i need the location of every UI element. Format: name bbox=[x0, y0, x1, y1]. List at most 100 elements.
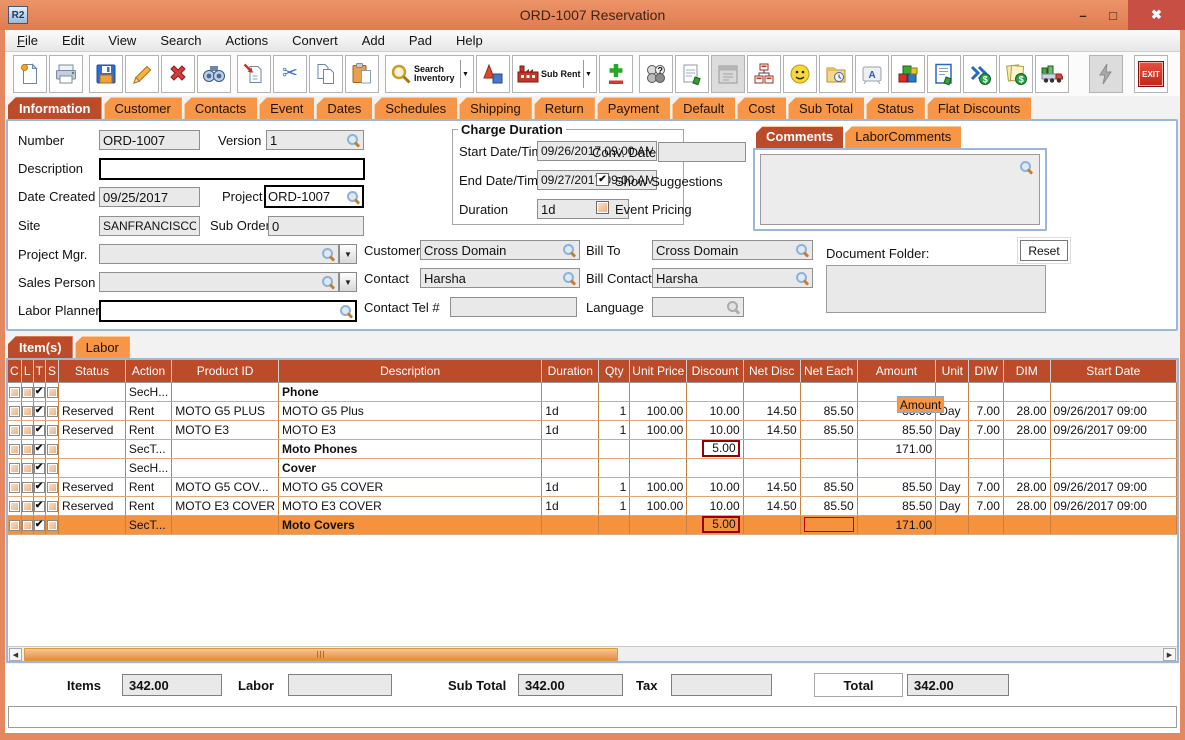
group-query-button[interactable]: ? bbox=[639, 55, 673, 93]
c-checkbox-icon[interactable] bbox=[8, 424, 20, 436]
smiley-button[interactable] bbox=[783, 55, 817, 93]
column-header-description[interactable]: Description bbox=[278, 360, 543, 383]
c-checkbox-icon[interactable] bbox=[8, 462, 20, 474]
column-header-net-each[interactable]: Net Each bbox=[800, 360, 858, 383]
delete-button[interactable] bbox=[161, 55, 195, 93]
column-header-t[interactable]: T bbox=[33, 360, 47, 383]
contact-tel-field[interactable] bbox=[450, 297, 577, 317]
new-document-button[interactable] bbox=[13, 55, 47, 93]
table-row[interactable]: ReservedRentMOTO E3 COVERMOTO E3 COVER1d… bbox=[8, 496, 1177, 516]
sub-rent-dropdown-icon[interactable]: ▼ bbox=[583, 60, 593, 88]
language-field[interactable] bbox=[652, 297, 744, 317]
date-created-field[interactable]: 09/25/2017 bbox=[99, 187, 200, 207]
save-button[interactable] bbox=[89, 55, 123, 93]
table-row[interactable]: SecT... Moto Covers 5.00 171.00 bbox=[8, 515, 1177, 535]
scrollbar-thumb[interactable] bbox=[24, 648, 618, 661]
menu-convert[interactable]: Convert bbox=[292, 33, 338, 48]
copy-button[interactable] bbox=[309, 55, 343, 93]
document-folder-area[interactable] bbox=[826, 265, 1046, 313]
tab-labor[interactable]: Labor bbox=[74, 336, 130, 358]
s-checkbox-icon[interactable] bbox=[46, 500, 58, 512]
table-row[interactable]: ReservedRentMOTO G5 PLUSMOTO G5 Plus1d11… bbox=[8, 401, 1177, 421]
table-row[interactable]: ReservedRentMOTO E3MOTO E31d1100.0010.00… bbox=[8, 420, 1177, 440]
column-header-unit[interactable]: Unit bbox=[935, 360, 970, 383]
tab-default[interactable]: Default bbox=[672, 97, 736, 119]
l-checkbox-icon[interactable] bbox=[21, 519, 33, 531]
column-header-status[interactable]: Status bbox=[58, 360, 126, 383]
paste-button[interactable] bbox=[345, 55, 379, 93]
menu-file[interactable]: File bbox=[17, 33, 38, 48]
bill-to-field[interactable]: Cross Domain bbox=[652, 240, 813, 260]
l-checkbox-icon[interactable] bbox=[21, 424, 33, 436]
l-checkbox-icon[interactable] bbox=[21, 462, 33, 474]
c-checkbox-icon[interactable] bbox=[8, 443, 20, 455]
fax-button[interactable] bbox=[747, 55, 781, 93]
l-checkbox-icon[interactable] bbox=[21, 443, 33, 455]
tab-status[interactable]: Status bbox=[865, 97, 925, 119]
shapes-button[interactable] bbox=[476, 55, 510, 93]
tab-flat-discounts[interactable]: Flat Discounts bbox=[926, 97, 1032, 119]
column-header-discount[interactable]: Discount bbox=[686, 360, 744, 383]
column-header-net-disc[interactable]: Net Disc bbox=[743, 360, 801, 383]
edit-button[interactable] bbox=[125, 55, 159, 93]
tab-sub-total[interactable]: Sub Total bbox=[788, 97, 864, 119]
contact-field[interactable]: Harsha bbox=[420, 268, 580, 288]
show-suggestions-checkbox[interactable] bbox=[596, 173, 609, 186]
column-header-product-id[interactable]: Product ID bbox=[171, 360, 279, 383]
exit-button[interactable]: EXIT bbox=[1134, 55, 1168, 93]
add-button[interactable] bbox=[599, 55, 633, 93]
c-checkbox-icon[interactable] bbox=[8, 519, 20, 531]
minimize-button[interactable]: – bbox=[1068, 0, 1098, 30]
column-header-c[interactable]: C bbox=[8, 360, 22, 383]
tab-item-s[interactable]: Item(s) bbox=[8, 336, 73, 358]
sales-person-field[interactable] bbox=[99, 272, 339, 292]
menu-add[interactable]: Add bbox=[362, 33, 385, 48]
folder-versions-button[interactable] bbox=[819, 55, 853, 93]
labor-planner-field[interactable] bbox=[99, 300, 357, 322]
close-button[interactable]: ✖ bbox=[1128, 0, 1185, 30]
menu-edit[interactable]: Edit bbox=[62, 33, 84, 48]
tab-return[interactable]: Return bbox=[533, 97, 595, 119]
column-header-dim[interactable]: DIM bbox=[1003, 360, 1051, 383]
number-field[interactable]: ORD-1007 bbox=[99, 130, 200, 150]
c-checkbox-icon[interactable] bbox=[8, 481, 20, 493]
scroll-right-icon[interactable] bbox=[1163, 648, 1176, 661]
column-header-qty[interactable]: Qty bbox=[598, 360, 631, 383]
cut-button[interactable]: ✂ bbox=[273, 55, 307, 93]
s-checkbox-icon[interactable] bbox=[46, 481, 58, 493]
truck-button[interactable] bbox=[1035, 55, 1069, 93]
tab-cost[interactable]: Cost bbox=[737, 97, 786, 119]
column-header-l[interactable]: L bbox=[21, 360, 34, 383]
l-checkbox-icon[interactable] bbox=[21, 405, 33, 417]
tab-dates[interactable]: Dates bbox=[316, 97, 373, 119]
c-checkbox-icon[interactable] bbox=[8, 500, 20, 512]
column-header-start-date[interactable]: Start Date bbox=[1050, 360, 1177, 383]
column-header-action[interactable]: Action bbox=[125, 360, 173, 383]
s-checkbox-icon[interactable] bbox=[46, 462, 58, 474]
site-field[interactable]: SANFRANCISCO bbox=[99, 216, 200, 236]
horizontal-scrollbar[interactable] bbox=[8, 646, 1177, 661]
t-checkbox-icon[interactable] bbox=[33, 443, 45, 455]
duplicate-button[interactable] bbox=[237, 55, 271, 93]
maximize-button[interactable]: □ bbox=[1098, 0, 1128, 30]
tab-information[interactable]: Information bbox=[8, 97, 102, 119]
t-checkbox-icon[interactable] bbox=[33, 424, 45, 436]
s-checkbox-icon[interactable] bbox=[46, 443, 58, 455]
find-button[interactable] bbox=[197, 55, 231, 93]
s-checkbox-icon[interactable] bbox=[46, 386, 58, 398]
comments-textarea[interactable] bbox=[760, 154, 1040, 225]
menu-pad[interactable]: Pad bbox=[409, 33, 432, 48]
conv-date-field[interactable] bbox=[658, 142, 746, 162]
reset-button[interactable]: Reset bbox=[1018, 238, 1070, 263]
column-header-diw[interactable]: DIW bbox=[968, 360, 1004, 383]
menu-view[interactable]: View bbox=[108, 33, 136, 48]
bill-contact-field[interactable]: Harsha bbox=[652, 268, 813, 288]
scroll-left-icon[interactable] bbox=[9, 648, 22, 661]
version-field[interactable]: 1 bbox=[266, 130, 364, 150]
project-mgr-field[interactable] bbox=[99, 244, 339, 264]
edit-document-button[interactable] bbox=[927, 55, 961, 93]
version-lookup-icon[interactable] bbox=[346, 133, 360, 147]
sales-person-dropdown-button[interactable] bbox=[339, 272, 357, 292]
t-checkbox-icon[interactable] bbox=[33, 519, 45, 531]
tab-schedules[interactable]: Schedules bbox=[374, 97, 458, 119]
